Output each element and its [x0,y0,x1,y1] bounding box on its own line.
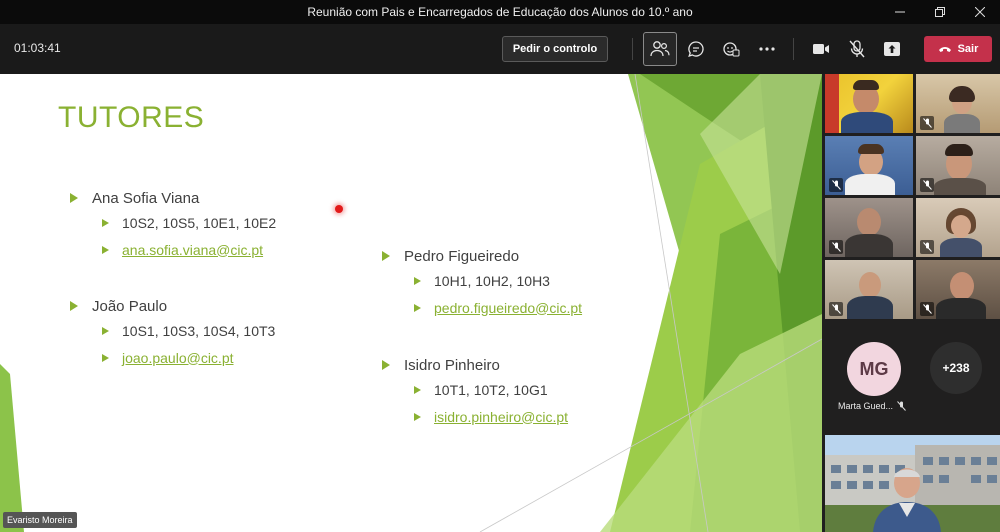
laser-pointer [335,205,343,213]
toolbar-divider [632,38,633,60]
toolbar-divider [793,38,794,60]
participant-video-tile[interactable] [825,74,913,133]
participant-avatar[interactable]: MG [847,342,901,396]
tutor-name: Ana Sofia Viana [92,189,200,207]
bullet-icon [102,353,109,362]
bullet-icon [414,412,421,421]
restore-icon[interactable] [920,0,960,24]
tutor-email-link[interactable]: joao.paulo@cic.pt [122,350,234,366]
mic-off-icon [920,240,934,254]
participant-video-tile[interactable] [916,260,1000,319]
tutor-classes: 10S2, 10S5, 10E1, 10E2 [122,214,277,231]
people-icon[interactable] [643,32,677,66]
participant-video-tile[interactable] [916,74,1000,133]
camera-icon[interactable] [804,32,838,66]
bullet-icon [414,303,421,312]
tutor-email-link[interactable]: pedro.figueiredo@cic.pt [434,300,582,316]
mic-off-icon[interactable] [840,32,874,66]
phone-hangup-icon [938,47,951,52]
request-control-button[interactable]: Pedir o controlo [502,36,608,62]
window-controls [880,0,1000,24]
bullet-icon [102,218,109,227]
mic-off-icon [920,116,934,130]
leave-button[interactable]: Sair [924,36,992,62]
mic-off-icon [829,178,843,192]
bullet-icon [70,193,78,203]
window-title: Reunião com Pais e Encarregados de Educa… [307,5,693,19]
mic-off-icon [920,302,934,316]
bullet-icon [70,301,78,311]
tutor-classes: 10S1, 10S3, 10S4, 10T3 [122,322,276,339]
bullet-icon [102,245,109,254]
participant-video-tile[interactable] [825,198,913,257]
tutor-name: Isidro Pinheiro [404,356,500,374]
tutor-name: João Paulo [92,297,168,315]
participant-video-tile[interactable] [916,136,1000,195]
tutor-classes: 10T1, 10T2, 10G1 [434,381,548,398]
bullet-icon [382,251,390,261]
mic-off-icon [897,401,906,411]
participant-video-tile[interactable] [916,198,1000,257]
participant-video-tile[interactable] [825,136,913,195]
participant-name: Marta Gued... [838,401,906,411]
slide-title: TUTORES [58,101,205,134]
tutor-email-link[interactable]: ana.sofia.viana@cic.pt [122,242,263,258]
bullet-icon [414,385,421,394]
tutor-entry: João Paulo 10S1, 10S3, 10S4, 10T3 joao.p… [70,295,275,371]
bullet-icon [414,276,421,285]
self-video-image [825,435,1000,532]
tutor-entry: Ana Sofia Viana 10S2, 10S5, 10E1, 10E2 a… [70,187,276,263]
more-icon[interactable] [750,32,784,66]
self-video-preview [825,435,1000,532]
presenter-name-tag: Evaristo Moreira [3,512,77,528]
tutor-classes: 10H1, 10H2, 10H3 [434,272,550,289]
shared-slide: TUTORES Ana Sofia Viana 10S2, 10S5, 10E1… [0,74,822,532]
mic-off-icon [829,240,843,254]
mic-off-icon [829,302,843,316]
participant-name-label: Marta Gued... [838,401,894,411]
tutor-entry: Pedro Figueiredo 10H1, 10H2, 10H3 pedro.… [382,245,582,321]
participants-gallery: MG Marta Gued... +238 [822,74,1000,532]
bullet-icon [382,360,390,370]
participant-video-tile[interactable] [825,260,913,319]
chat-icon[interactable] [679,32,713,66]
share-icon[interactable] [875,32,909,66]
meeting-timer: 01:03:41 [14,41,61,55]
tutor-email-link[interactable]: isidro.pinheiro@cic.pt [434,409,568,425]
more-participants-button[interactable]: +238 [930,342,982,394]
bullet-icon [102,326,109,335]
close-icon[interactable] [960,0,1000,24]
meeting-toolbar: 01:03:41 Pedir o controlo Sair [0,24,1000,74]
minimize-icon[interactable] [880,0,920,24]
mic-off-icon [920,178,934,192]
tutor-entry: Isidro Pinheiro 10T1, 10T2, 10G1 isidro.… [382,354,568,430]
window-title-bar: Reunião com Pais e Encarregados de Educa… [0,0,1000,24]
leave-label: Sair [957,43,979,55]
tutor-name: Pedro Figueiredo [404,247,520,265]
reactions-icon[interactable] [714,32,748,66]
